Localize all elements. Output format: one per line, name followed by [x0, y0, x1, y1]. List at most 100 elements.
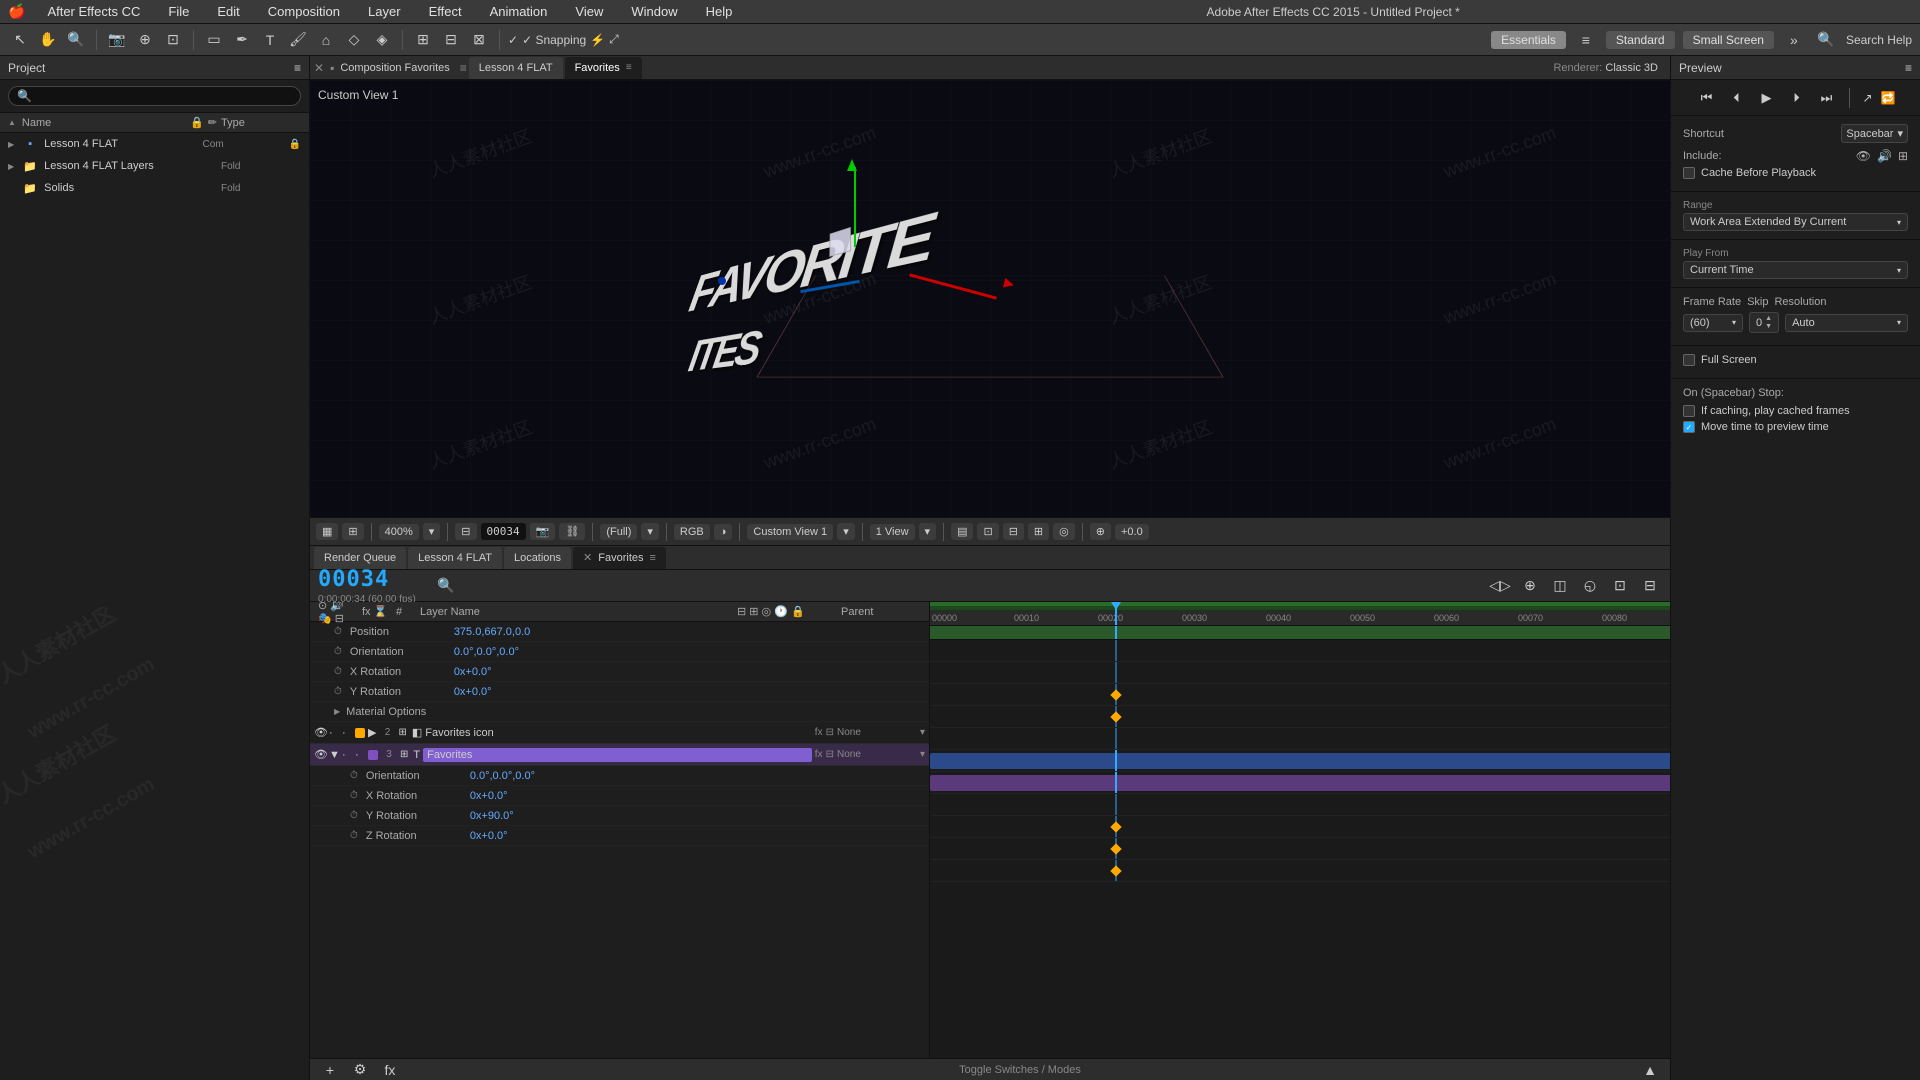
preview-loop-icon[interactable]: 🔁: [1881, 91, 1896, 105]
viewer-link-btn[interactable]: ⛓: [559, 523, 585, 540]
apple-menu[interactable]: 🍎: [8, 3, 25, 20]
keyframe-yrot3[interactable]: [1110, 843, 1121, 854]
prop-value-zr3[interactable]: 0x+0.0°: [470, 830, 508, 842]
layer-effects-btn-3[interactable]: fx: [815, 749, 823, 760]
viewer-grid-btn[interactable]: ▦: [316, 523, 338, 540]
tool-orbit[interactable]: ⊕: [133, 28, 157, 52]
tool-pin[interactable]: ⊠: [467, 28, 491, 52]
prop-value-orientation[interactable]: 0.0°,0.0°,0.0°: [454, 646, 519, 658]
col-name-header[interactable]: Name: [22, 117, 186, 129]
timeline-add-btn[interactable]: +: [318, 1058, 342, 1080]
viewer-quality-dropdown[interactable]: ▾: [641, 523, 659, 540]
tool-hand[interactable]: ✋: [36, 28, 60, 52]
prop-value-yr3[interactable]: 0x+90.0°: [470, 810, 514, 822]
timeline-tab-lesson4flat[interactable]: Lesson 4 FLAT: [408, 547, 502, 569]
renderer-value[interactable]: Classic 3D: [1605, 62, 1658, 74]
layer-row-favicon[interactable]: 👁 · · ▶ 2 ⊞ ◧ Favorites icon fx ⊟ None ▾: [310, 722, 929, 744]
tool-clone[interactable]: ⌂: [314, 28, 338, 52]
layer-vis-solo[interactable]: ·: [329, 727, 339, 739]
menu-help[interactable]: Help: [700, 2, 739, 21]
timeline-track-btn[interactable]: ◫: [1548, 574, 1572, 598]
timeline-tab-renderqueue[interactable]: Render Queue: [314, 547, 406, 569]
viewer-3d-btn[interactable]: ⊞: [1028, 523, 1049, 540]
keyframe-yrot[interactable]: [1110, 711, 1121, 722]
preview-skip-end[interactable]: ⏭: [1815, 87, 1837, 109]
tool-select[interactable]: ↖: [8, 28, 32, 52]
layer-row-favorites[interactable]: 👁 ▼ · · 3 ⊞ T Favorites fx ⊟ None ▾: [310, 744, 929, 766]
col-type-header[interactable]: Type: [221, 117, 301, 129]
preview-play[interactable]: ▶: [1755, 87, 1777, 109]
layer-vis-eye-3[interactable]: 👁: [314, 748, 326, 761]
snapping-toggle[interactable]: ✓ ✓ Snapping ⚡ ⤢: [508, 32, 619, 47]
menu-aftereffects[interactable]: After Effects CC: [41, 2, 146, 21]
menu-animation[interactable]: Animation: [484, 2, 554, 21]
workspace-standard[interactable]: Standard: [1606, 31, 1675, 49]
comp-tab-menu[interactable]: ≡: [626, 62, 632, 73]
timeline-hide-btn[interactable]: ▲: [1638, 1058, 1662, 1080]
include-audio-icon[interactable]: 🔊: [1877, 149, 1892, 163]
tool-brush[interactable]: 🖌: [286, 28, 310, 52]
viewer-layer-btn[interactable]: ⊟: [1003, 523, 1024, 540]
skip-down[interactable]: ▼: [1765, 323, 1772, 330]
layer-lock[interactable]: ·: [342, 727, 352, 739]
project-search-box[interactable]: 🔍: [8, 86, 301, 106]
skip-value[interactable]: 0 ▲ ▼: [1749, 312, 1779, 333]
layer-solo-3[interactable]: ·: [342, 749, 352, 761]
timeline-tab-favorites[interactable]: ✕ Favorites ≡: [573, 547, 666, 569]
project-search-input[interactable]: [36, 90, 292, 102]
timeline-extract-btn[interactable]: ⊟: [1638, 574, 1662, 598]
timeline-tab-locations[interactable]: Locations: [504, 547, 571, 569]
viewer-resolution-btn[interactable]: ⊟: [455, 523, 476, 540]
comp-tab-lesson4flat[interactable]: Lesson 4 FLAT: [469, 57, 563, 79]
prop-value-yrot[interactable]: 0x+0.0°: [454, 686, 492, 698]
tool-align[interactable]: ⊞: [411, 28, 435, 52]
viewer-render-btn[interactable]: ▤: [951, 523, 973, 540]
timeline-tab-fav-menu[interactable]: ≡: [650, 552, 656, 564]
timecode-display[interactable]: 00034: [318, 567, 416, 592]
layer-lock-3[interactable]: ·: [355, 749, 365, 761]
viewer-zoom-dropdown[interactable]: ▾: [423, 523, 441, 540]
workspace-essentials-menu[interactable]: ≡: [1574, 28, 1598, 52]
viewer-offset-btn[interactable]: ⊕: [1090, 523, 1111, 540]
timeline-settings-btn[interactable]: ⚙: [348, 1058, 372, 1080]
workspace-essentials[interactable]: Essentials: [1491, 31, 1566, 49]
project-item-lesson4layers[interactable]: ▶ 📁 Lesson 4 FLAT Layers Fold: [0, 155, 309, 177]
tool-track[interactable]: ⊡: [161, 28, 185, 52]
project-panel-menu[interactable]: ≡: [294, 61, 301, 75]
skip-up[interactable]: ▲: [1765, 315, 1772, 322]
timeline-motion-btn[interactable]: ⊕: [1518, 574, 1542, 598]
menu-effect[interactable]: Effect: [423, 2, 468, 21]
timeline-tracks[interactable]: 00000 00010 00020 00030 00040 00050 0006…: [930, 602, 1670, 1058]
workspace-expand[interactable]: »: [1782, 28, 1806, 52]
menu-edit[interactable]: Edit: [211, 2, 245, 21]
toggle-label[interactable]: Toggle Switches / Modes: [408, 1064, 1632, 1076]
tool-camera[interactable]: 📷: [105, 28, 129, 52]
framerate-dropdown[interactable]: (60) ▾: [1683, 314, 1743, 332]
include-eye-icon[interactable]: 👁: [1856, 149, 1871, 163]
menu-composition[interactable]: Composition: [262, 2, 346, 21]
prop-value-or3[interactable]: 0.0°,0.0°,0.0°: [470, 770, 535, 782]
keyframe-xrot3[interactable]: [1110, 821, 1121, 832]
timeline-expressions-btn[interactable]: fx: [378, 1058, 402, 1080]
prop-value-xrot[interactable]: 0x+0.0°: [454, 666, 492, 678]
snapping-expand[interactable]: ⤢: [609, 32, 619, 47]
search-help-label[interactable]: Search Help: [1846, 33, 1912, 47]
layer-parent-menu[interactable]: ▾: [920, 727, 925, 738]
viewer-view-dropdown[interactable]: ▾: [837, 523, 855, 540]
layer-parent-menu-3[interactable]: ▾: [920, 749, 925, 760]
comp-close[interactable]: ✕: [314, 61, 324, 75]
viewer-snap-btn[interactable]: ◎: [1053, 523, 1075, 540]
comp-menu[interactable]: ≡: [460, 61, 467, 75]
timeline-tab-fav-close[interactable]: ✕: [583, 551, 592, 564]
tool-zoom[interactable]: 🔍: [64, 28, 88, 52]
viewer-timecode[interactable]: 00034: [481, 523, 526, 540]
tool-text[interactable]: T: [258, 28, 282, 52]
cache-checkbox[interactable]: [1683, 167, 1695, 179]
viewer-1view-dropdown[interactable]: ▾: [919, 523, 937, 540]
menu-file[interactable]: File: [162, 2, 195, 21]
layer-effects-btn[interactable]: fx: [815, 727, 823, 738]
range-dropdown[interactable]: Work Area Extended By Current ▾: [1683, 213, 1908, 231]
viewer-channels-btn[interactable]: RGB: [674, 524, 710, 540]
project-item-lesson4flat[interactable]: ▶ ▪ Lesson 4 FLAT Com 🔒: [0, 133, 309, 155]
stop-movetime-checkbox[interactable]: ✓: [1683, 421, 1695, 433]
